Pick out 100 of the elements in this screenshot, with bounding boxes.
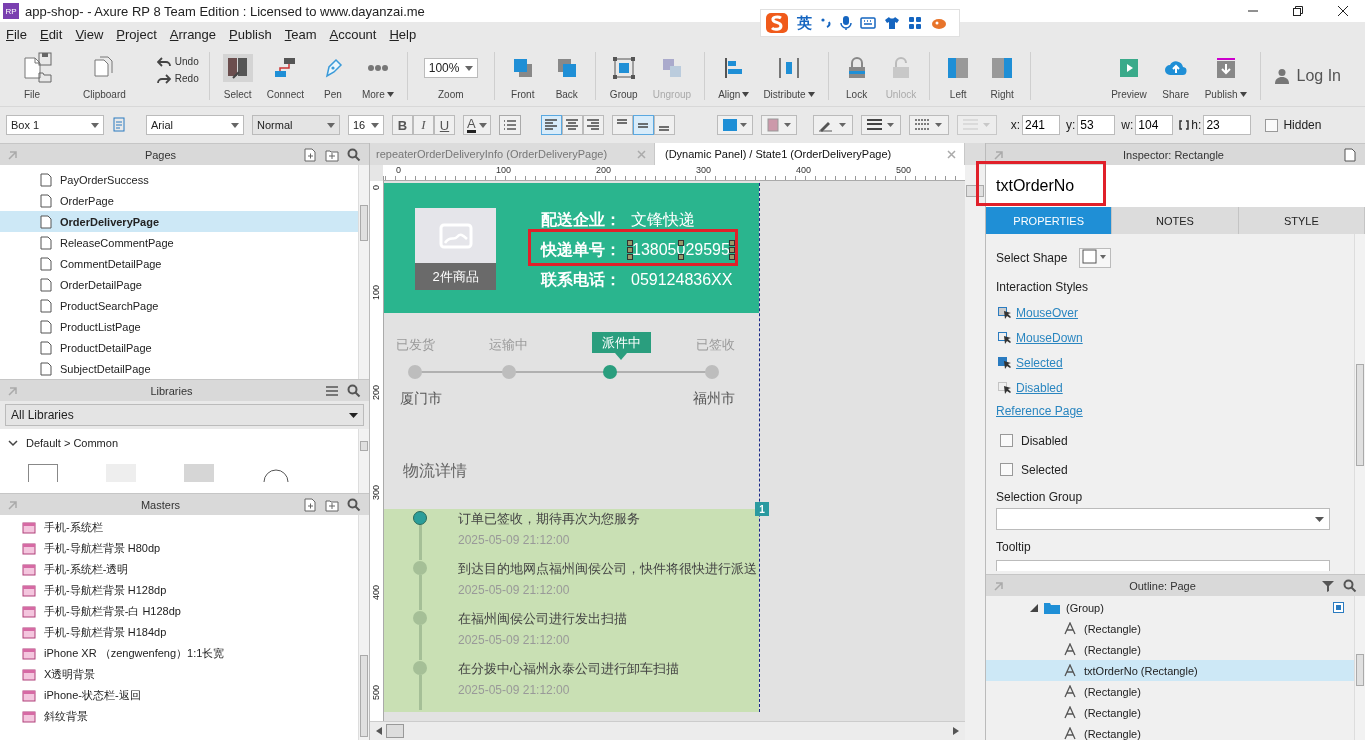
save-icon[interactable] bbox=[38, 52, 52, 66]
restore-icon[interactable] bbox=[1292, 5, 1304, 17]
hidden-checkbox[interactable] bbox=[1265, 118, 1279, 132]
link[interactable]: MouseOver bbox=[1016, 305, 1079, 320]
outline-item[interactable]: (Rectangle) bbox=[986, 681, 1354, 702]
master-item[interactable]: 手机-导航栏背景 H80dp bbox=[0, 538, 358, 559]
scroll-thumb[interactable] bbox=[386, 724, 404, 738]
font-size-dropdown[interactable]: 16 bbox=[348, 115, 384, 135]
scrollbar[interactable] bbox=[358, 165, 369, 379]
align-button[interactable] bbox=[540, 115, 562, 135]
toolbar-button[interactable]: Pen bbox=[310, 52, 355, 100]
close-icon[interactable] bbox=[1337, 5, 1349, 17]
link[interactable]: Reference Page bbox=[996, 404, 1344, 418]
inspector-tab[interactable]: NOTES bbox=[1112, 207, 1239, 234]
mascot-icon[interactable] bbox=[930, 16, 948, 30]
zoom-dropdown[interactable]: 100% bbox=[423, 58, 478, 78]
scrollbar[interactable] bbox=[1354, 596, 1365, 740]
toolbar-button[interactable]: Align bbox=[711, 52, 757, 100]
input-field[interactable]: 241 bbox=[1022, 115, 1060, 135]
line-color-button[interactable] bbox=[812, 115, 853, 135]
text-style-button[interactable]: I bbox=[413, 115, 434, 135]
search-icon[interactable] bbox=[1343, 578, 1357, 593]
visibility-toggle-icon[interactable] bbox=[1333, 602, 1344, 613]
text-style-button[interactable]: U bbox=[434, 115, 455, 135]
shape-picker[interactable] bbox=[1079, 248, 1112, 268]
page-item[interactable]: ProductListPage bbox=[0, 316, 358, 337]
toolbar-button[interactable]: Front bbox=[500, 52, 545, 100]
toolbar-button[interactable]: Share bbox=[1153, 52, 1198, 100]
scrollbar[interactable] bbox=[358, 515, 369, 740]
add-folder-icon[interactable] bbox=[325, 147, 339, 162]
widget-name-dropdown[interactable]: Box 1 bbox=[6, 115, 104, 135]
add-page-icon[interactable] bbox=[303, 147, 317, 162]
lock-ratio-icon[interactable] bbox=[1179, 120, 1190, 130]
vertical-align-button[interactable] bbox=[611, 115, 633, 135]
page-item[interactable]: ReleaseCommentPage bbox=[0, 232, 358, 253]
bullet-list-icon[interactable] bbox=[498, 115, 521, 135]
page-icon[interactable] bbox=[1343, 147, 1357, 162]
outline-group[interactable]: (Group) bbox=[986, 597, 1354, 618]
toolbar-button[interactable]: Select bbox=[215, 52, 260, 100]
master-item[interactable]: iPhone-状态栏-返回 bbox=[0, 685, 358, 706]
menu-item[interactable]: View bbox=[75, 26, 104, 42]
search-icon[interactable] bbox=[347, 147, 361, 162]
line-weight-button[interactable] bbox=[860, 115, 901, 135]
library-group[interactable]: Default > Common bbox=[0, 429, 358, 449]
menu-item[interactable]: Project bbox=[116, 26, 157, 42]
widget-name-field[interactable]: txtOrderNo bbox=[986, 165, 1365, 207]
ime-logo-icon[interactable] bbox=[765, 12, 789, 34]
outline-item[interactable]: txtOrderNo (Rectangle) bbox=[986, 660, 1354, 681]
align-button[interactable] bbox=[582, 115, 604, 135]
master-item[interactable]: 手机-导航栏背景 H184dp bbox=[0, 622, 358, 643]
fill-color-button[interactable] bbox=[716, 115, 753, 135]
vertical-align-button[interactable] bbox=[653, 115, 675, 135]
page-item[interactable]: ProductDetailPage bbox=[0, 337, 358, 358]
master-item[interactable]: 手机-系统栏 bbox=[0, 517, 358, 538]
font-dropdown[interactable]: Arial bbox=[146, 115, 244, 135]
page-item[interactable]: ProductSearchPage bbox=[0, 295, 358, 316]
master-item[interactable]: iPhone XR （zengwenfeng）1:1长宽 bbox=[0, 643, 358, 664]
scrollbar[interactable] bbox=[358, 429, 369, 493]
vertical-align-button[interactable] bbox=[632, 115, 654, 135]
outline-item[interactable]: (Rectangle) bbox=[986, 723, 1354, 740]
shirt-icon[interactable] bbox=[884, 16, 900, 30]
input-field[interactable]: 53 bbox=[1077, 115, 1116, 135]
filter-icon[interactable] bbox=[1321, 578, 1335, 593]
style-icon[interactable] bbox=[112, 117, 128, 133]
page-item[interactable]: OrderDetailPage bbox=[0, 274, 358, 295]
input-field[interactable]: 104 bbox=[1135, 115, 1174, 135]
add-folder-icon[interactable] bbox=[325, 497, 339, 512]
border-color-button[interactable] bbox=[760, 115, 797, 135]
scrollbar[interactable] bbox=[1354, 234, 1365, 574]
outline-item[interactable]: (Rectangle) bbox=[986, 618, 1354, 639]
input-field[interactable]: 23 bbox=[1203, 115, 1252, 135]
menu-item[interactable]: File bbox=[6, 26, 27, 42]
menu-item[interactable]: Arrange bbox=[169, 26, 217, 42]
master-item[interactable]: 手机-导航栏背景-白 H128dp bbox=[0, 601, 358, 622]
add-master-icon[interactable] bbox=[303, 497, 317, 512]
page-item[interactable]: SubjectDetailPage bbox=[0, 358, 358, 379]
page-item[interactable]: PayOrderSuccess bbox=[0, 169, 358, 190]
toolbar-button[interactable]: Preview bbox=[1104, 52, 1154, 100]
master-item[interactable]: X透明背景 bbox=[0, 664, 358, 685]
text-style-button[interactable]: B bbox=[392, 115, 413, 135]
scrollbar[interactable] bbox=[965, 165, 985, 740]
search-icon[interactable] bbox=[347, 383, 361, 398]
scroll-right-icon[interactable] bbox=[953, 727, 959, 735]
grid-icon[interactable] bbox=[908, 16, 922, 30]
page-item[interactable]: OrderDeliveryPage bbox=[0, 211, 358, 232]
page-item[interactable]: CommentDetailPage bbox=[0, 253, 358, 274]
scrollbar[interactable] bbox=[370, 721, 965, 740]
tooltip-field[interactable] bbox=[996, 560, 1330, 571]
scroll-left-icon[interactable] bbox=[376, 727, 382, 735]
document-tab[interactable]: (Dynamic Panel) / State1 (OrderDeliveryPage) bbox=[655, 143, 965, 165]
outline-item[interactable]: (Rectangle) bbox=[986, 702, 1354, 723]
folder-icon[interactable] bbox=[38, 70, 52, 84]
redo-button[interactable]: Redo bbox=[156, 71, 199, 86]
toolbar-button[interactable]: Right bbox=[980, 52, 1025, 100]
login-button[interactable]: Log In bbox=[1260, 67, 1365, 85]
toolbar-button[interactable]: Group bbox=[601, 52, 646, 100]
keyboard-icon[interactable] bbox=[860, 17, 876, 29]
inspector-tab[interactable]: STYLE bbox=[1238, 207, 1365, 234]
menu-item[interactable]: Publish bbox=[229, 26, 272, 42]
inspector-tab[interactable]: PROPERTIES bbox=[986, 207, 1113, 234]
